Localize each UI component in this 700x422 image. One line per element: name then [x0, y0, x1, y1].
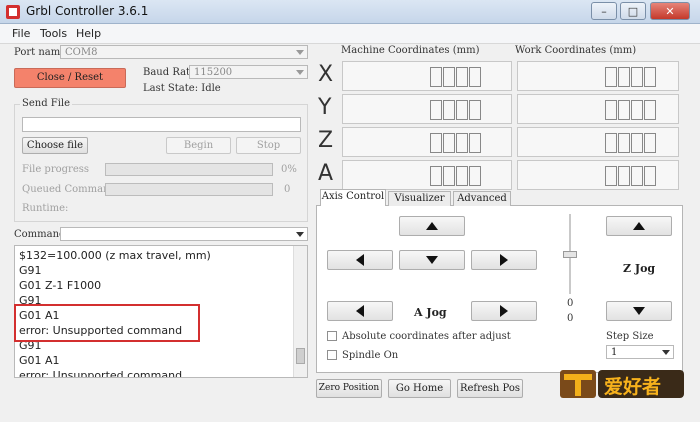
spindle-on-label: Spindle On: [342, 350, 399, 361]
runtime-label: Runtime:: [22, 203, 69, 214]
file-progress-bar: [105, 163, 273, 176]
step-size-value: 1: [611, 347, 618, 358]
axis-z-label: Z: [318, 128, 334, 153]
file-progress-label: File progress: [22, 164, 89, 175]
maximize-button[interactable]: □: [620, 2, 646, 20]
close-window-button[interactable]: ✕: [650, 2, 690, 20]
arrow-up-icon: [633, 222, 645, 230]
queued-commands-bar: [105, 183, 273, 196]
slider-value-2: 0: [567, 313, 574, 324]
chevron-down-icon: [662, 350, 670, 355]
refresh-pos-button[interactable]: Refresh Pos: [457, 379, 523, 398]
work-z-display: [517, 127, 679, 157]
choose-file-button[interactable]: Choose file: [22, 137, 88, 154]
jog-y-minus-button[interactable]: [399, 250, 465, 270]
tab-axis-control[interactable]: Axis Control: [320, 189, 386, 206]
work-coordinates-header: Work Coordinates (mm): [515, 45, 637, 56]
logo-text: 爱好者: [604, 376, 662, 398]
jog-x-plus-button[interactable]: [471, 250, 537, 270]
begin-button[interactable]: Begin: [166, 137, 231, 154]
console-scrollbar[interactable]: [293, 246, 307, 377]
machine-x-display: [342, 61, 512, 91]
app-icon: [6, 5, 20, 19]
menu-bar: [0, 24, 700, 44]
console-line: error: Unsupported command: [19, 369, 183, 378]
chevron-down-icon: [296, 50, 304, 55]
jog-x-minus-button[interactable]: [327, 250, 393, 270]
send-file-title: Send File: [20, 98, 73, 109]
absolute-coordinates-label: Absolute coordinates after adjust: [342, 331, 511, 342]
jog-y-plus-button[interactable]: [399, 216, 465, 236]
arrow-right-icon: [500, 254, 508, 266]
watermark-logo: 爱好者: [558, 364, 686, 402]
menu-file[interactable]: File: [12, 27, 30, 40]
console-line: G91: [19, 264, 42, 277]
machine-coordinates-header: Machine Coordinates (mm): [341, 45, 480, 56]
jog-a-minus-button[interactable]: [327, 301, 393, 321]
file-progress-value: 0%: [281, 164, 297, 175]
port-value: COM8: [65, 47, 98, 58]
stop-button[interactable]: Stop: [236, 137, 301, 154]
console-line: G01 Z-1 F1000: [19, 279, 102, 292]
arrow-left-icon: [356, 254, 364, 266]
file-path-field[interactable]: [22, 117, 301, 132]
tab-advanced[interactable]: Advanced: [453, 191, 511, 206]
arrow-right-icon: [500, 305, 508, 317]
jog-a-plus-button[interactable]: [471, 301, 537, 321]
queued-commands-value: 0: [284, 184, 291, 195]
machine-z-display: [342, 127, 512, 157]
command-label: Command: [14, 229, 66, 240]
axis-y-label: Y: [318, 95, 332, 120]
baud-select[interactable]: 115200: [189, 65, 308, 79]
highlight-box: [14, 304, 200, 342]
port-select[interactable]: COM8: [60, 45, 308, 59]
baud-value: 115200: [194, 67, 233, 78]
absolute-coordinates-checkbox[interactable]: [327, 331, 337, 341]
zero-position-button[interactable]: Zero Position: [316, 379, 382, 398]
port-name-label: Port name: [14, 47, 67, 58]
arrow-left-icon: [356, 305, 364, 317]
tab-visualizer[interactable]: Visualizer: [388, 191, 451, 206]
jog-z-minus-button[interactable]: [606, 301, 672, 321]
spindle-on-checkbox[interactable]: [327, 350, 337, 360]
step-size-label: Step Size: [606, 331, 654, 342]
go-home-button[interactable]: Go Home: [388, 379, 451, 398]
z-jog-label: Z Jog: [623, 262, 656, 275]
minimize-button[interactable]: –: [591, 2, 617, 20]
console-line: G01 A1: [19, 354, 60, 367]
work-a-display: [517, 160, 679, 190]
machine-a-display: [342, 160, 512, 190]
menu-help[interactable]: Help: [76, 27, 101, 40]
arrow-down-icon: [426, 256, 438, 264]
feed-slider-thumb[interactable]: [563, 251, 577, 258]
chevron-down-icon: [296, 232, 304, 237]
chevron-down-icon: [296, 70, 304, 75]
jog-z-plus-button[interactable]: [606, 216, 672, 236]
console-line: $132=100.000 (z max travel, mm): [19, 249, 211, 262]
work-y-display: [517, 94, 679, 124]
axis-x-label: X: [318, 62, 334, 87]
arrow-down-icon: [633, 307, 645, 315]
work-x-display: [517, 61, 679, 91]
machine-y-display: [342, 94, 512, 124]
menu-tools[interactable]: Tools: [40, 27, 67, 40]
command-input[interactable]: [60, 227, 308, 241]
step-size-select[interactable]: 1: [606, 345, 674, 359]
slider-value-1: 0: [567, 298, 574, 309]
scrollbar-thumb[interactable]: [296, 348, 305, 364]
axis-a-label: A: [318, 161, 334, 186]
last-state: Last State: Idle: [143, 83, 221, 94]
arrow-up-icon: [426, 222, 438, 230]
window-title: Grbl Controller 3.6.1: [26, 4, 149, 18]
close-reset-button[interactable]: Close / Reset: [14, 68, 126, 88]
a-jog-label: A Jog: [414, 306, 447, 319]
